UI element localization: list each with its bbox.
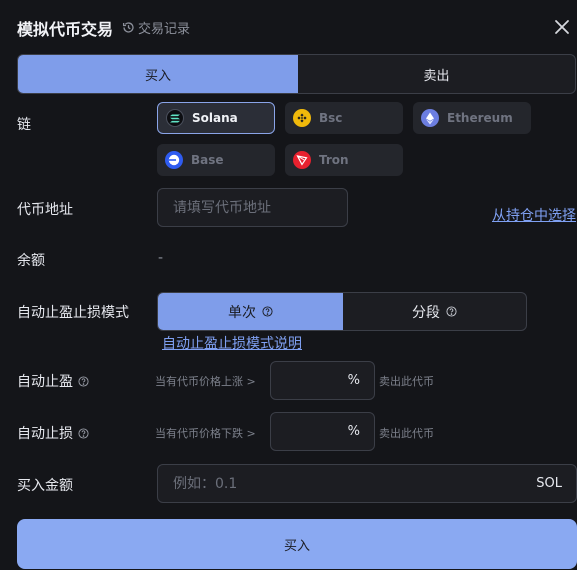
stop-loss-condition: 当有代币价格下跌 > <box>155 427 256 440</box>
chain-option-base[interactable]: Base <box>157 144 275 176</box>
stop-loss-label-wrap: 自动止损 <box>17 423 89 443</box>
chain-option-tron[interactable]: Tron <box>285 144 403 176</box>
take-profit-label: 自动止盈 <box>17 374 73 390</box>
trade-history-link[interactable]: 交易记录 <box>122 18 190 37</box>
percent-unit: % <box>347 424 360 439</box>
percent-unit: % <box>347 373 360 388</box>
question-icon[interactable] <box>78 375 89 387</box>
buy-amount-input[interactable] <box>173 475 537 492</box>
currency-unit: SOL <box>536 476 562 491</box>
question-icon[interactable] <box>78 427 89 439</box>
chain-label: 链 <box>17 117 31 133</box>
balance-value: - <box>158 250 164 266</box>
pick-from-holdings-link[interactable]: 从持仓中选择 <box>492 205 576 225</box>
auto-mode-label: 自动止盈止损模式 <box>17 305 129 321</box>
modal-title: 模拟代币交易 <box>17 20 114 39</box>
bsc-icon <box>293 109 311 127</box>
close-icon[interactable] <box>553 18 571 36</box>
token-address-field[interactable] <box>157 188 348 227</box>
chain-option-label: Bsc <box>319 111 343 125</box>
chain-option-label: Tron <box>319 153 349 167</box>
chain-option-label: Base <box>191 153 224 167</box>
take-profit-condition: 当有代币价格上涨 > <box>155 375 256 388</box>
auto-mode-toggle: 单次 分段 <box>157 292 527 331</box>
take-profit-percent-input[interactable]: % <box>270 361 375 400</box>
stop-loss-percent-input[interactable]: % <box>270 412 375 451</box>
question-icon <box>262 306 273 317</box>
history-icon <box>122 22 134 33</box>
chain-option-label: Solana <box>192 111 238 125</box>
stop-loss-suffix: 卖出此代币 <box>379 427 434 440</box>
question-icon <box>446 306 457 317</box>
buy-button[interactable]: 买入 <box>17 519 577 569</box>
stop-loss-label: 自动止损 <box>17 426 73 442</box>
base-icon <box>165 151 183 169</box>
mode-option-segmented[interactable]: 分段 <box>343 293 526 330</box>
solana-icon <box>166 109 184 127</box>
take-profit-suffix: 卖出此代币 <box>379 375 434 388</box>
chain-option-ethereum[interactable]: Ethereum <box>413 102 531 134</box>
mode-option-single[interactable]: 单次 <box>158 293 343 330</box>
tab-buy[interactable]: 买入 <box>18 55 298 93</box>
tab-sell[interactable]: 卖出 <box>298 55 575 93</box>
balance-label: 余额 <box>17 253 45 269</box>
auto-mode-help-link[interactable]: 自动止盈止损模式说明 <box>162 333 302 353</box>
token-address-input[interactable] <box>173 199 347 216</box>
take-profit-label-wrap: 自动止盈 <box>17 371 89 391</box>
mode-option-label: 单次 <box>228 304 256 321</box>
simulated-trade-modal: 模拟代币交易 交易记录 买入 卖出 链 Solana Bsc Ethereum <box>0 0 577 570</box>
buy-amount-field[interactable]: SOL <box>157 464 577 503</box>
mode-option-label: 分段 <box>412 304 440 321</box>
buy-amount-label: 买入金额 <box>17 478 73 494</box>
chain-option-solana[interactable]: Solana <box>157 102 275 134</box>
tron-icon <box>293 151 311 169</box>
chain-option-label: Ethereum <box>447 111 513 125</box>
chain-option-bsc[interactable]: Bsc <box>285 102 403 134</box>
buy-sell-tabs: 买入 卖出 <box>17 54 576 94</box>
token-address-label: 代币地址 <box>17 202 73 218</box>
ethereum-icon <box>421 109 439 127</box>
trade-history-label: 交易记录 <box>138 22 191 37</box>
